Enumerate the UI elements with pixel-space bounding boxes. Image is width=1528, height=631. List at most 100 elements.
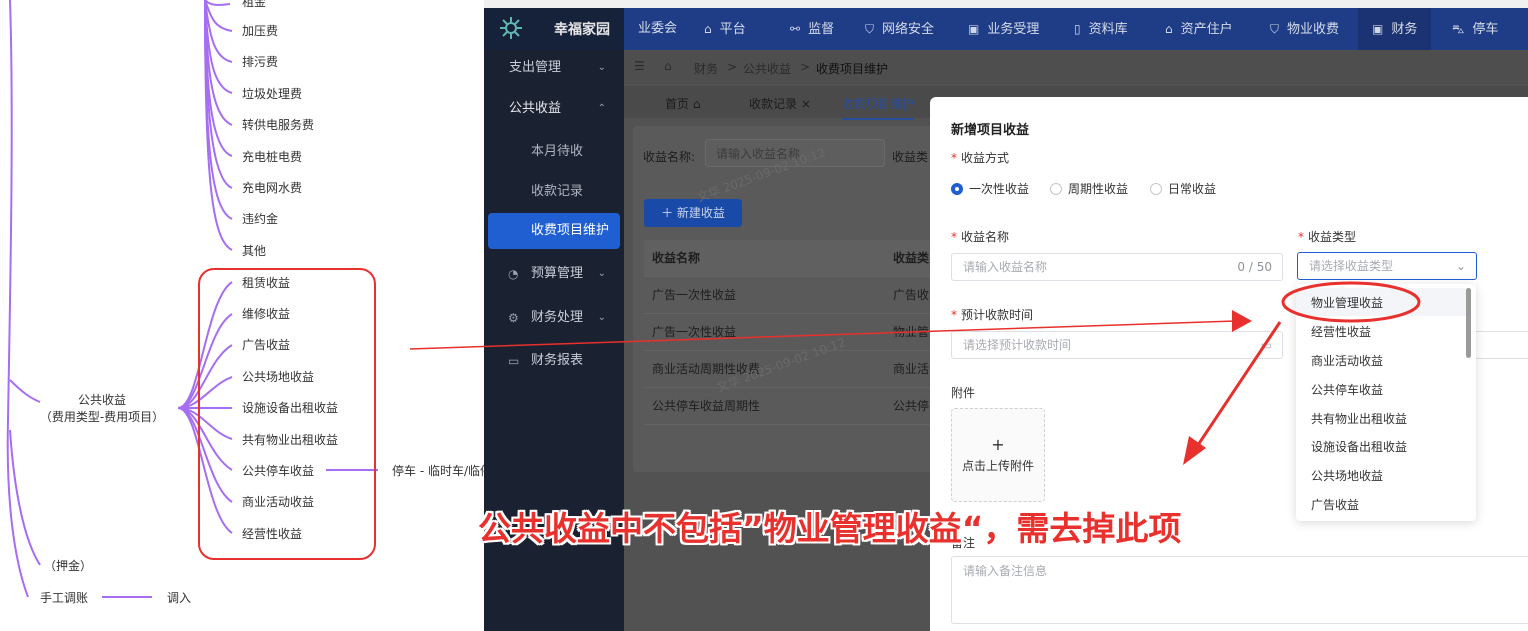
- type-label-text: 收益类型: [1308, 230, 1357, 244]
- sidebar-item-finance-proc[interactable]: ⚙ 财务处理 ⌄: [484, 300, 624, 336]
- nav-item-library[interactable]: ▯ 资料库: [1074, 8, 1128, 50]
- date-label: * 预计收款时间: [951, 308, 1034, 322]
- nav-item-supervise[interactable]: ⚯ 监督: [790, 8, 834, 50]
- calendar-icon: ▭: [1260, 338, 1272, 352]
- tab-label: 收款记录: [749, 97, 798, 111]
- sidebar-label: 支出管理: [509, 60, 562, 75]
- nav-label: 财务: [1391, 22, 1418, 37]
- dropdown-option[interactable]: 广告收益: [1311, 496, 1359, 516]
- sidebar-item-budget[interactable]: ◔ 预算管理 ⌄: [484, 256, 624, 292]
- upload-area[interactable]: + 点击上传附件: [951, 408, 1045, 502]
- close-icon[interactable]: ×: [801, 97, 811, 111]
- method-label-text: 收益方式: [961, 151, 1010, 165]
- expected-date-input[interactable]: 请选择预计收款时间 ▭: [951, 331, 1283, 359]
- top-strip: [484, 0, 1528, 8]
- sidebar-item-public-income[interactable]: 公共收益 ⌃: [484, 91, 624, 127]
- nav-label: 物业收费: [1287, 22, 1340, 37]
- mm-boxed-item: 租赁收益: [242, 276, 291, 290]
- nav-item-network-security[interactable]: ⛉ 网络安全: [865, 8, 934, 50]
- radio-label: 周期性收益: [1068, 182, 1129, 196]
- nav-item-assets[interactable]: ⌂ 资产住户: [1165, 8, 1233, 50]
- nav-item-platform[interactable]: ⌂ 平台: [704, 8, 746, 50]
- input-placeholder: 请选择预计收款时间: [963, 338, 1072, 352]
- plus-icon: +: [991, 435, 1005, 454]
- car-icon: ⛍: [1452, 22, 1465, 36]
- sidebar-label: 财务处理: [531, 310, 584, 325]
- nav-item-parking[interactable]: ⛍ 停车: [1452, 8, 1498, 50]
- sidebar-item-item-maint[interactable]: 收费项目维护: [488, 213, 620, 249]
- table-cell: 广告收: [893, 288, 930, 302]
- table-row[interactable]: 广告一次性收益 物业管: [644, 314, 944, 351]
- dropdown-option[interactable]: 设施设备出租收益: [1311, 438, 1407, 458]
- dropdown-option[interactable]: 商业活动收益: [1311, 352, 1383, 372]
- sidebar-item-records[interactable]: 收款记录: [484, 174, 624, 210]
- nav-label: 监督: [808, 22, 835, 37]
- home-icon[interactable]: ⌂: [664, 59, 672, 73]
- top-nav-bar: 幸福家园 业委会 ⌂ 平台 ⚯ 监督 ⛉ 网络安全 ▣ 业务受理 ▯ 资料库 ⌂ 资产住户 …: [484, 8, 1528, 50]
- table-row[interactable]: 广告一次性收益 广告收: [644, 277, 944, 314]
- nav-item-committee[interactable]: 业委会: [638, 8, 677, 50]
- dropdown-option[interactable]: 公共停车收益: [1311, 381, 1383, 401]
- dropdown-option[interactable]: 公共场地收益: [1311, 467, 1383, 487]
- breadcrumb-finance[interactable]: 财务: [694, 60, 718, 77]
- mm-boxed-item: 公共停车收益: [242, 464, 315, 478]
- radio-unchecked-icon: [1050, 183, 1062, 195]
- char-counter: 0 / 50: [1237, 260, 1272, 274]
- nav-item-property-fees[interactable]: ⛉ 物业收费: [1270, 8, 1339, 50]
- mm-center-subtitle: （费用类型-费用项目）: [39, 410, 165, 424]
- attach-label: 附件: [951, 386, 976, 400]
- sidebar-item-finance-report[interactable]: ▭ 财务报表: [484, 343, 624, 379]
- nav-item-business[interactable]: ▣ 业务受理: [968, 8, 1039, 50]
- tab-home[interactable]: 首页 ⌂: [665, 90, 700, 118]
- breadcrumb-separator: >: [800, 60, 811, 74]
- logo[interactable]: 幸福家园: [484, 8, 624, 50]
- mm-transfer-in: 调入: [167, 591, 192, 605]
- table-header: 收益名称 收益类: [644, 240, 944, 277]
- sidebar-item-this-month[interactable]: 本月待收: [484, 134, 624, 170]
- mm-boxed-item: 广告收益: [242, 338, 291, 352]
- select-placeholder: 请选择收益类型: [1309, 259, 1394, 273]
- breadcrumb-separator: >: [727, 60, 738, 74]
- menu-toggle-icon[interactable]: ☰: [634, 59, 645, 73]
- income-name-input[interactable]: 请输入收益名称 0 / 50: [951, 253, 1283, 281]
- table-row[interactable]: 公共停车收益周期性 公共停: [644, 388, 944, 425]
- shield-icon: ⛉: [865, 22, 875, 36]
- tab-records[interactable]: 收款记录 ×: [749, 90, 811, 118]
- new-income-button[interactable]: ＋ 新建收益: [644, 199, 742, 227]
- dropdown-scrollbar[interactable]: [1466, 288, 1471, 358]
- date-label-text: 预计收款时间: [961, 308, 1034, 322]
- radio-one-time[interactable]: 一次性收益: [951, 180, 1029, 197]
- logo-icon: [500, 17, 522, 39]
- radio-unchecked-icon: [1150, 183, 1162, 195]
- mm-center-title: 公共收益: [77, 393, 126, 407]
- nav-item-finance[interactable]: ▣ 财务: [1358, 8, 1432, 50]
- tab-label: 收费项目维护: [842, 97, 915, 111]
- remark-textarea[interactable]: 请输入备注信息: [951, 556, 1528, 624]
- radio-label: 日常收益: [1168, 182, 1217, 196]
- dropdown-option[interactable]: 经营性收益: [1311, 323, 1371, 343]
- radio-periodic[interactable]: 周期性收益: [1050, 180, 1128, 197]
- income-type-select[interactable]: 请选择收益类型 ⌄: [1297, 252, 1477, 280]
- mm-top-item: 充电桩电费: [242, 150, 303, 164]
- radio-label: 一次性收益: [969, 182, 1030, 196]
- income-type-dropdown: 物业管理收益 经营性收益 商业活动收益 公共停车收益 共有物业出租收益 设施设备…: [1296, 284, 1476, 521]
- dropdown-option[interactable]: 物业管理收益: [1311, 294, 1383, 314]
- chevron-down-icon: ⌄: [597, 62, 606, 73]
- table-cell: 公共停: [893, 399, 930, 413]
- breadcrumb-public-income[interactable]: 公共收益: [743, 60, 791, 77]
- chevron-down-icon: ⌄: [597, 312, 606, 323]
- dropdown-option[interactable]: 共有物业出租收益: [1311, 410, 1407, 430]
- chevron-up-icon: ⌃: [597, 103, 606, 114]
- sidebar-item-expense[interactable]: 支出管理 ⌄: [484, 50, 624, 86]
- logo-text: 幸福家园: [554, 22, 610, 38]
- mm-top-item: 租金: [242, 0, 267, 9]
- radio-daily[interactable]: 日常收益: [1150, 180, 1216, 197]
- home-icon: ⌂: [704, 22, 712, 36]
- chevron-down-icon: ⌄: [597, 268, 606, 279]
- nav-label: 业务受理: [987, 22, 1040, 37]
- nav-label: 业委会: [638, 21, 678, 36]
- nav-label: 资产住户: [1180, 22, 1233, 37]
- mm-boxed-item: 经营性收益: [242, 527, 303, 541]
- tab-item-maint[interactable]: 收费项目维护: [842, 90, 915, 120]
- input-placeholder: 请输入收益名称: [963, 260, 1048, 274]
